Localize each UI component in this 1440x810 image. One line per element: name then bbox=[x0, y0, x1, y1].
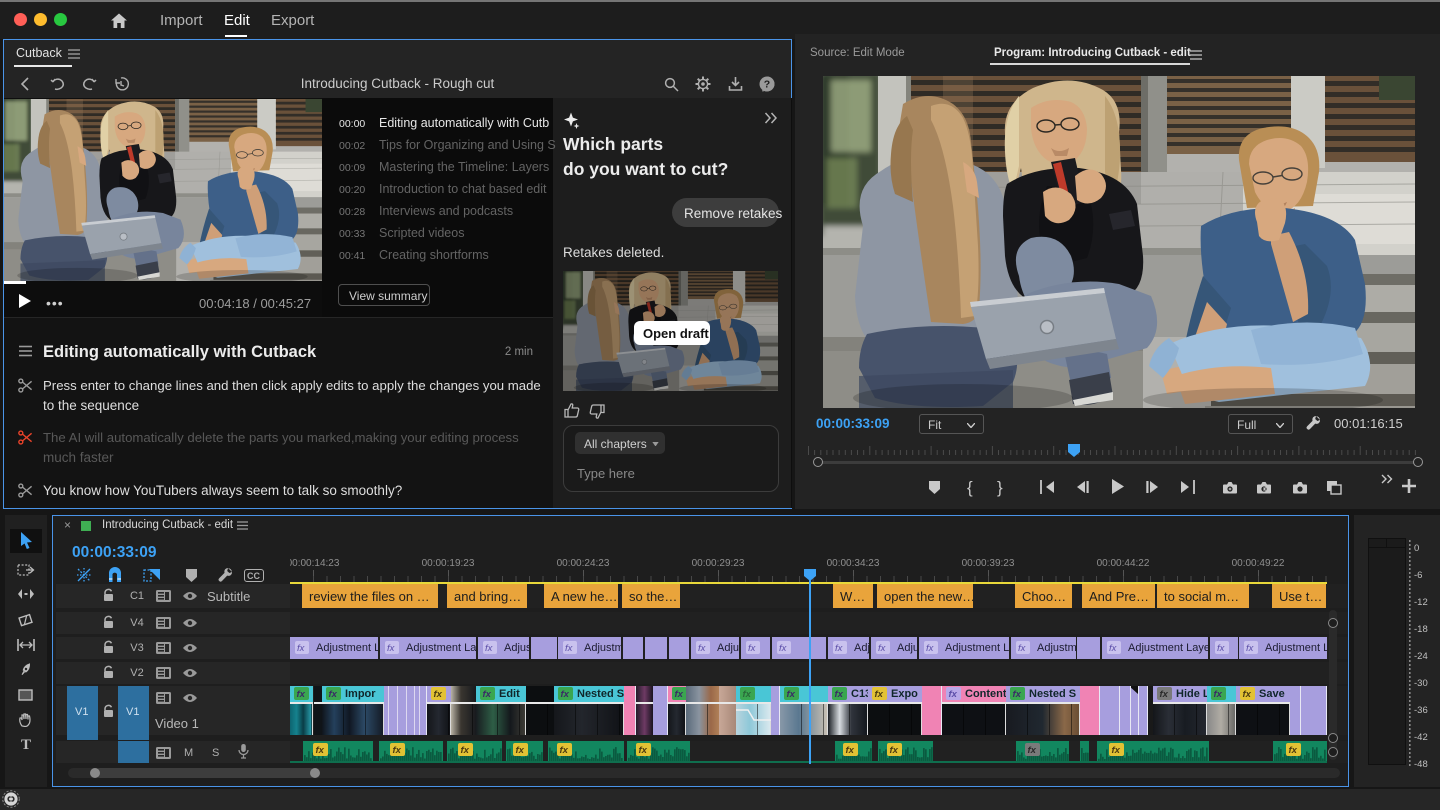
svg-text:00:00:44:22: 00:00:44:22 bbox=[1097, 558, 1150, 569]
svg-text:00:00:39:23: 00:00:39:23 bbox=[962, 558, 1015, 569]
svg-text:T: T bbox=[21, 737, 31, 751]
svg-text:00:00:49:22: 00:00:49:22 bbox=[1232, 558, 1285, 569]
svg-text:00:00:34:23: 00:00:34:23 bbox=[827, 558, 880, 569]
svg-text:00:00:14:23: 00:00:14:23 bbox=[290, 558, 340, 569]
svg-text:00:00:19:23: 00:00:19:23 bbox=[422, 558, 475, 569]
svg-text:?: ? bbox=[764, 79, 770, 91]
svg-text:00:00:24:23: 00:00:24:23 bbox=[557, 558, 610, 569]
svg-text:00:00:29:23: 00:00:29:23 bbox=[692, 558, 745, 569]
